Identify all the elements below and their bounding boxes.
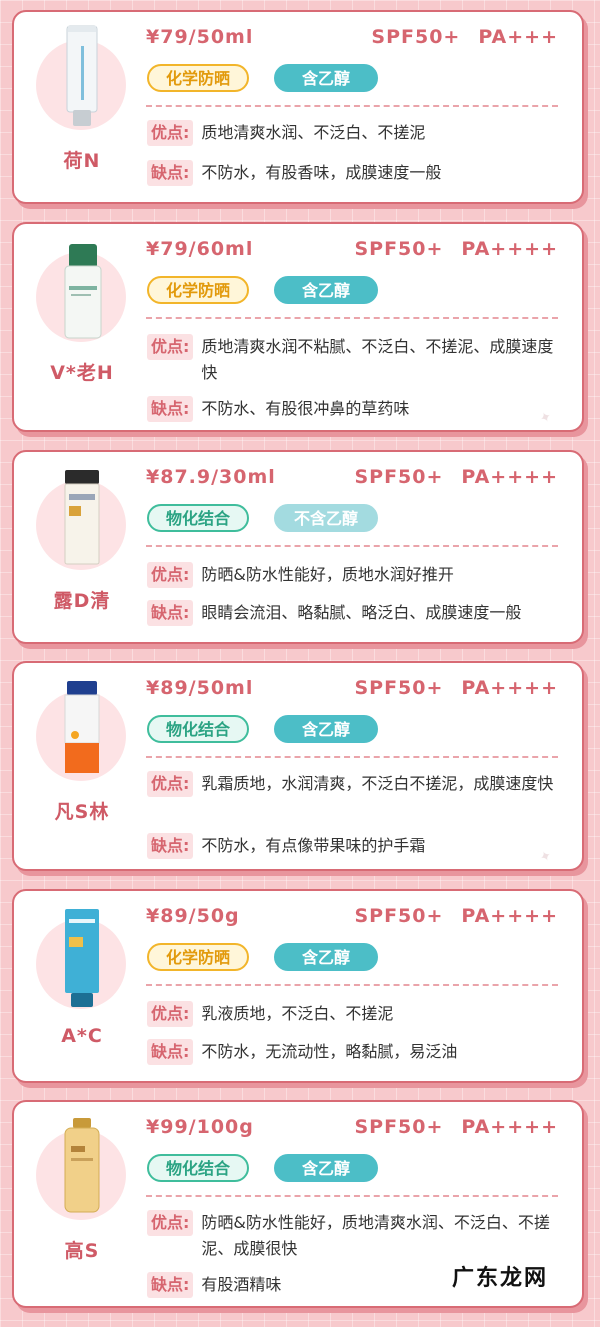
product-card-4: A*C ¥89/50g SPF50+ PA++++ 化学防晒 含乙醇 优点: 乳液…	[12, 889, 584, 1083]
cons-label: 缺点:	[147, 1272, 194, 1298]
cons-label: 缺点:	[147, 396, 194, 422]
pros-label: 优点:	[147, 771, 194, 797]
chemical-sunscreen-tag: 化学防晒	[147, 943, 249, 971]
chemical-sunscreen-tag: 化学防晒	[147, 276, 249, 304]
cons-text: 不防水，有股香味，成膜速度一般	[201, 163, 442, 182]
pros-row: 优点: 乳霜质地，水润清爽，不泛白不搓泥，成膜速度快	[147, 771, 564, 797]
cons-label: 缺点:	[147, 833, 194, 859]
spf-pa-rating: SPF50+ PA++++	[354, 1116, 558, 1138]
cons-label: 缺点:	[147, 600, 194, 626]
product-card-1: V*老H ¥79/60ml SPF50+ PA++++ 化学防晒 含乙醇 优点: …	[12, 222, 584, 432]
alcohol-tag: 含乙醇	[274, 943, 378, 971]
spf-pa-rating: SPF50+ PA++++	[354, 905, 558, 927]
cons-row: 缺点: 眼睛会流泪、略黏腻、略泛白、成膜速度一般	[147, 600, 564, 626]
product-image-tube-4	[65, 909, 99, 1007]
product-card-5: 高S ¥99/100g SPF50+ PA++++ 物化结合 含乙醇 优点: 防晒…	[12, 1100, 584, 1308]
product-image-tube-2	[64, 470, 100, 565]
cons-label: 缺点:	[147, 1039, 194, 1065]
pros-label: 优点:	[147, 334, 194, 360]
pros-row: 优点: 防晒&防水性能好，质地水润好推开	[147, 562, 564, 588]
cons-row: 缺点: 不防水，无流动性，略黏腻，易泛油	[147, 1039, 564, 1065]
product-image-tube-0	[66, 25, 98, 126]
product-name: 凡S林	[54, 801, 110, 823]
product-name: V*老H	[50, 362, 114, 384]
pa-value: PA+++	[478, 26, 558, 48]
product-name: 荷N	[63, 150, 101, 172]
no-alcohol-tag: 不含乙醇	[274, 504, 378, 532]
spf-pa-rating: SPF50+ PA++++	[354, 466, 558, 488]
dashed-divider	[146, 756, 558, 758]
cons-row: 缺点: 不防水，有点像带果味的护手霜	[147, 833, 564, 859]
alcohol-tag: 含乙醇	[274, 64, 378, 92]
cons-text: 不防水、有股很冲鼻的草药味	[201, 399, 410, 418]
pros-row: 优点: 质地清爽水润、不泛白、不搓泥	[147, 120, 564, 146]
price: ¥89/50g	[146, 905, 240, 927]
alcohol-tag: 含乙醇	[274, 715, 378, 743]
product-image-bottle-5	[64, 1118, 100, 1213]
spf-value: SPF50+	[354, 466, 444, 488]
product-name: 高S	[64, 1240, 100, 1262]
pros-text: 防晒&防水性能好，质地水润好推开	[201, 565, 454, 584]
price: ¥87.9/30ml	[146, 466, 276, 488]
pros-label: 优点:	[147, 562, 194, 588]
site-watermark: 广东龙网	[451, 1265, 548, 1291]
pros-label: 优点:	[147, 1001, 194, 1027]
pros-text: 质地清爽水润不粘腻、不泛白、不搓泥、成膜速度快	[201, 337, 554, 382]
spf-value: SPF50+	[354, 905, 444, 927]
cons-label: 缺点:	[147, 160, 194, 186]
product-name: A*C	[61, 1025, 103, 1047]
pros-text: 质地清爽水润、不泛白、不搓泥	[201, 123, 426, 142]
pa-value: PA++++	[461, 238, 558, 260]
product-card-0: 荷N ¥79/50ml SPF50+ PA+++ 化学防晒 含乙醇 优点: 质地清…	[12, 10, 584, 204]
pros-row: 优点: 乳液质地，不泛白、不搓泥	[147, 1001, 564, 1027]
spf-value: SPF50+	[354, 238, 444, 260]
pros-row: 优点: 质地清爽水润不粘腻、不泛白、不搓泥、成膜速度快	[147, 334, 564, 386]
spf-value: SPF50+	[371, 26, 461, 48]
pa-value: PA++++	[461, 905, 558, 927]
product-image-tube-3	[64, 681, 100, 773]
pa-value: PA++++	[461, 466, 558, 488]
pros-text: 乳霜质地，水润清爽，不泛白不搓泥，成膜速度快	[201, 774, 554, 793]
spf-value: SPF50+	[354, 1116, 444, 1138]
physical-chemical-tag: 物化结合	[147, 1154, 249, 1182]
pa-value: PA++++	[461, 677, 558, 699]
physical-chemical-tag: 物化结合	[147, 504, 249, 532]
dashed-divider	[146, 1195, 558, 1197]
price: ¥99/100g	[146, 1116, 254, 1138]
spf-value: SPF50+	[354, 677, 444, 699]
chemical-sunscreen-tag: 化学防晒	[147, 64, 249, 92]
spf-pa-rating: SPF50+ PA++++	[354, 677, 558, 699]
price: ¥79/50ml	[146, 26, 254, 48]
cons-row: 缺点: 不防水、有股很冲鼻的草药味	[147, 396, 564, 422]
dashed-divider	[146, 545, 558, 547]
product-image-bottle-1	[64, 244, 102, 339]
price: ¥79/60ml	[146, 238, 254, 260]
pros-label: 优点:	[147, 120, 194, 146]
alcohol-tag: 含乙醇	[274, 1154, 378, 1182]
pa-value: PA++++	[461, 1116, 558, 1138]
cons-text: 眼睛会流泪、略黏腻、略泛白、成膜速度一般	[201, 603, 522, 622]
pros-row: 优点: 防晒&防水性能好，质地清爽水润、不泛白、不搓泥、成膜很快	[147, 1210, 564, 1262]
product-card-2: 露D清 ¥87.9/30ml SPF50+ PA++++ 物化结合 不含乙醇 优点…	[12, 450, 584, 644]
cons-text: 不防水，无流动性，略黏腻，易泛油	[201, 1042, 458, 1061]
dashed-divider	[146, 317, 558, 319]
cons-row: 缺点: 不防水，有股香味，成膜速度一般	[147, 160, 564, 186]
product-name: 露D清	[53, 590, 111, 612]
pros-text: 乳液质地，不泛白、不搓泥	[201, 1004, 394, 1023]
price: ¥89/50ml	[146, 677, 254, 699]
spf-pa-rating: SPF50+ PA+++	[371, 26, 558, 48]
physical-chemical-tag: 物化结合	[147, 715, 249, 743]
product-card-3: 凡S林 ¥89/50ml SPF50+ PA++++ 物化结合 含乙醇 优点: 乳…	[12, 661, 584, 871]
dashed-divider	[146, 984, 558, 986]
spf-pa-rating: SPF50+ PA++++	[354, 238, 558, 260]
pros-text: 防晒&防水性能好，质地清爽水润、不泛白、不搓泥、成膜很快	[201, 1213, 550, 1258]
alcohol-tag: 含乙醇	[274, 276, 378, 304]
cons-text: 不防水，有点像带果味的护手霜	[201, 836, 426, 855]
dashed-divider	[146, 105, 558, 107]
pros-label: 优点:	[147, 1210, 194, 1236]
